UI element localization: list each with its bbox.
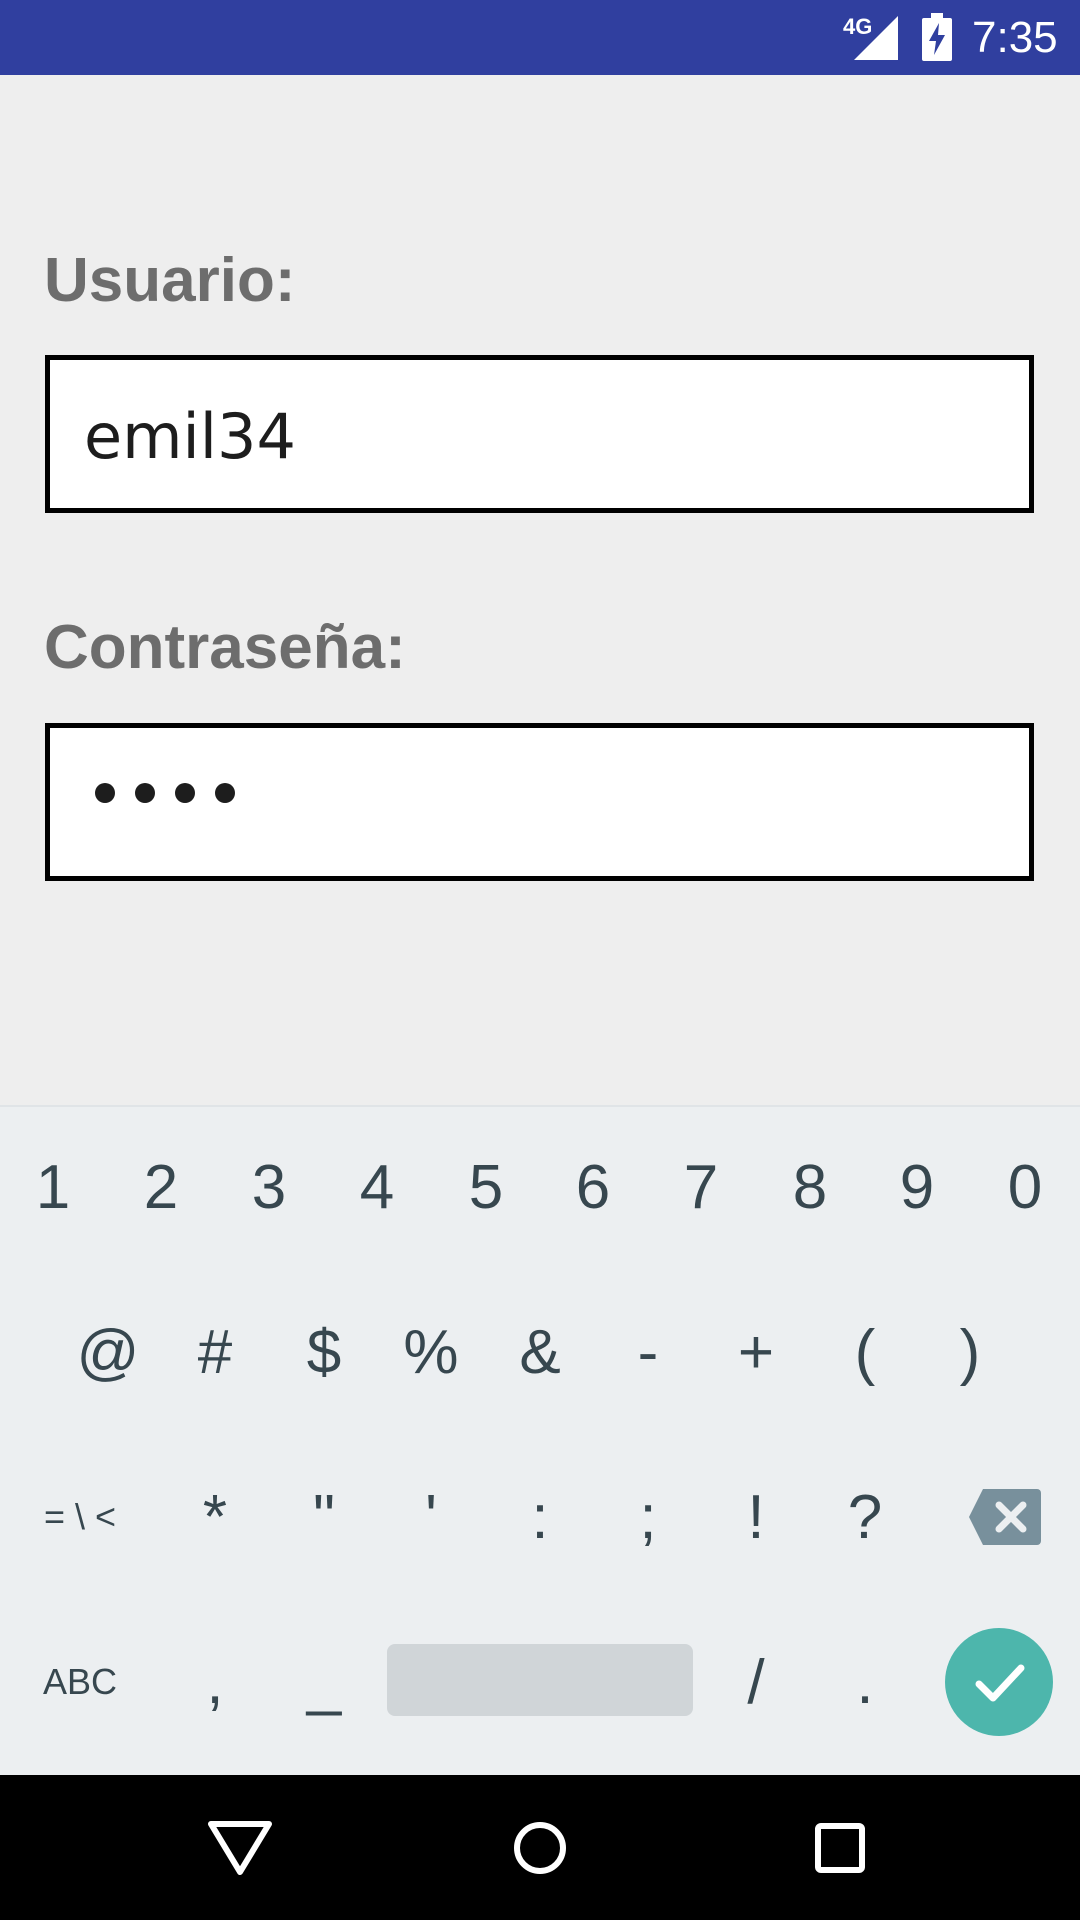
clock: 7:35 <box>972 13 1058 62</box>
enter-key[interactable] <box>945 1628 1053 1736</box>
status-bar: 4G 7:35 <box>0 0 1080 75</box>
delete-key[interactable] <box>955 1447 1055 1587</box>
key-more-symbols[interactable]: = \ < <box>25 1447 135 1587</box>
keyboard-row-bottom: ABC , _ / . <box>0 1602 1080 1762</box>
key-1[interactable]: 1 <box>3 1117 103 1257</box>
key-plus[interactable]: + <box>706 1282 806 1422</box>
check-icon <box>975 1664 1025 1702</box>
key-close-paren[interactable]: ) <box>920 1282 1020 1422</box>
username-value: emil34 <box>84 400 296 473</box>
key-2[interactable]: 2 <box>111 1117 211 1257</box>
key-asterisk[interactable]: * <box>165 1447 265 1587</box>
key-period[interactable]: . <box>815 1612 915 1752</box>
key-minus[interactable]: - <box>598 1282 698 1422</box>
key-5[interactable]: 5 <box>436 1117 536 1257</box>
key-slash[interactable]: / <box>706 1612 806 1752</box>
key-3[interactable]: 3 <box>219 1117 319 1257</box>
home-circle-icon <box>514 1822 566 1874</box>
keyboard-row-more-symbols: = \ < * " ' : ; ! ? <box>0 1437 1080 1597</box>
login-form: Usuario: emil34 Contraseña: <box>0 75 1080 1105</box>
key-open-paren[interactable]: ( <box>815 1282 915 1422</box>
username-label: Usuario: <box>44 246 296 315</box>
key-exclamation[interactable]: ! <box>706 1447 806 1587</box>
key-double-quote[interactable]: " <box>274 1447 374 1587</box>
recents-button[interactable] <box>805 1813 875 1883</box>
space-key[interactable] <box>387 1644 693 1716</box>
key-semicolon[interactable]: ; <box>598 1447 698 1587</box>
home-button[interactable] <box>505 1813 575 1883</box>
username-field[interactable]: emil34 <box>45 355 1034 513</box>
key-dollar[interactable]: $ <box>274 1282 374 1422</box>
key-8[interactable]: 8 <box>760 1117 860 1257</box>
key-colon[interactable]: : <box>490 1447 590 1587</box>
key-0[interactable]: 0 <box>975 1117 1075 1257</box>
password-field[interactable] <box>45 723 1034 881</box>
password-mask <box>95 783 235 803</box>
key-comma[interactable]: , <box>165 1612 265 1752</box>
key-at[interactable]: @ <box>58 1282 158 1422</box>
key-ampersand[interactable]: & <box>490 1282 590 1422</box>
soft-keyboard: 1 2 3 4 5 6 7 8 9 0 @ # $ % & - + ( ) = … <box>0 1105 1080 1777</box>
key-single-quote[interactable]: ' <box>381 1447 481 1587</box>
navigation-bar <box>0 1775 1080 1920</box>
key-underscore[interactable]: _ <box>274 1612 374 1752</box>
keyboard-row-symbols: @ # $ % & - + ( ) <box>0 1272 1080 1432</box>
key-abc[interactable]: ABC <box>30 1612 130 1752</box>
key-6[interactable]: 6 <box>543 1117 643 1257</box>
key-4[interactable]: 4 <box>327 1117 427 1257</box>
key-question[interactable]: ? <box>815 1447 915 1587</box>
keyboard-row-numbers: 1 2 3 4 5 6 7 8 9 0 <box>0 1107 1080 1267</box>
key-hash[interactable]: # <box>165 1282 265 1422</box>
key-7[interactable]: 7 <box>651 1117 751 1257</box>
backspace-icon <box>969 1489 1041 1545</box>
battery-charging-icon <box>922 13 952 61</box>
back-triangle-icon <box>208 1821 272 1875</box>
cell-signal-icon <box>854 16 898 60</box>
password-label: Contraseña: <box>44 613 406 682</box>
back-button[interactable] <box>205 1813 275 1883</box>
key-9[interactable]: 9 <box>867 1117 967 1257</box>
key-percent[interactable]: % <box>381 1282 481 1422</box>
recents-square-icon <box>815 1823 865 1873</box>
